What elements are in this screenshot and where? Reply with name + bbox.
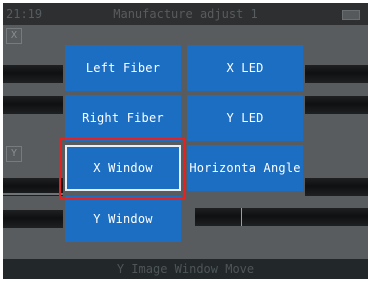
x-left-fiber-band-lower xyxy=(3,96,63,114)
x-view-label: X xyxy=(6,28,22,44)
y-window-button[interactable]: Y Window xyxy=(65,196,181,242)
right-fiber-button[interactable]: Right Fiber xyxy=(65,95,181,141)
title-bar: 21:19 Manufacture adjust 1 xyxy=(3,3,368,25)
y-right-fiber-band xyxy=(195,208,368,226)
status-bar: Y Image Window Move xyxy=(3,259,368,279)
x-led-button[interactable]: X LED xyxy=(187,45,303,91)
y-fiber-core-line xyxy=(3,193,63,195)
left-fiber-button[interactable]: Left Fiber xyxy=(65,45,181,91)
selection-highlight xyxy=(59,138,185,200)
x-right-fiber-band xyxy=(305,65,368,83)
x-left-fiber-band xyxy=(3,65,63,83)
y-center-marker xyxy=(241,208,242,226)
battery-icon xyxy=(342,10,360,20)
device-screen: 21:19 Manufacture adjust 1 X Y Left Fibe… xyxy=(3,3,368,279)
y-left-fiber-band-lower xyxy=(3,210,63,228)
x-right-fiber-band-lower xyxy=(305,96,368,114)
y-view-label: Y xyxy=(6,146,22,162)
horizontal-angle-button[interactable]: Horizonta Angle xyxy=(187,145,303,191)
screen-title: Manufacture adjust 1 xyxy=(113,7,258,21)
y-led-button[interactable]: Y LED xyxy=(187,95,303,141)
y-right-fiber-band-upper xyxy=(305,178,368,196)
